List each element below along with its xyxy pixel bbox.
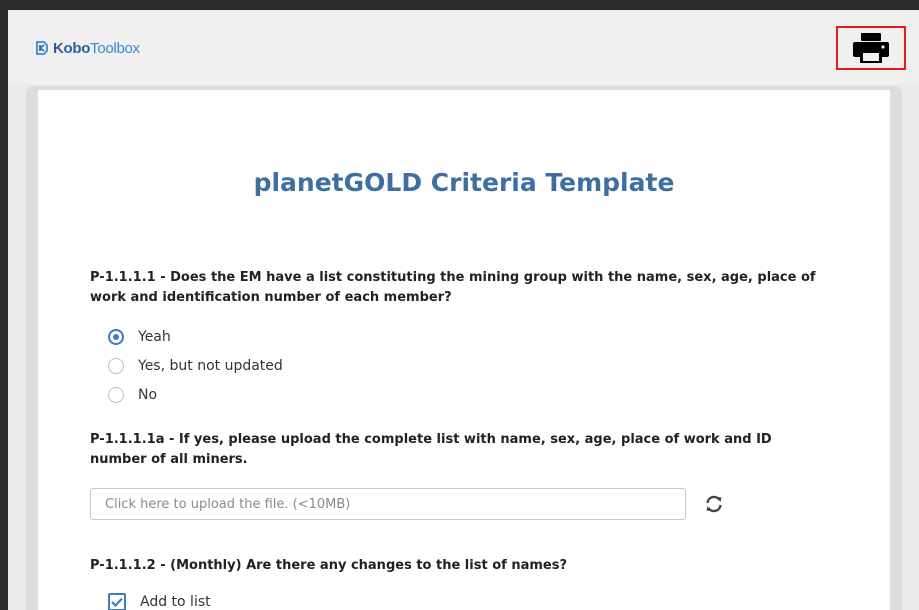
kobotoolbox-logo[interactable]: KoboToolbox xyxy=(36,38,140,58)
checkbox-option-label: Add to list xyxy=(140,594,211,610)
question-p1112-label: P-1.1.1.2 - (Monthly) Are there any chan… xyxy=(90,558,567,573)
question-p1111-label: P-1.1.1.1 - Does the EM have a list cons… xyxy=(90,270,816,305)
checkbox-checked[interactable] xyxy=(108,593,126,610)
printer-icon xyxy=(853,33,889,63)
form-card: planetGOLD Criteria Template P-1.1.1.1 -… xyxy=(38,90,890,610)
radio-option-label: Yeah xyxy=(138,329,171,345)
radio-button[interactable] xyxy=(108,358,124,374)
form-title: planetGOLD Criteria Template xyxy=(253,168,675,197)
radio-option-label: Yes, but not updated xyxy=(138,358,283,374)
kobo-logo-icon xyxy=(36,41,48,55)
checkmark-icon xyxy=(111,597,123,607)
radio-option-no[interactable]: No xyxy=(108,385,157,405)
top-bar: KoboToolbox xyxy=(8,10,919,84)
radio-option-label: No xyxy=(138,387,158,403)
app-window: KoboToolbox planetGOLD Criteria Template… xyxy=(8,10,919,610)
refresh-button[interactable] xyxy=(702,492,726,516)
radio-option-yes-not-updated[interactable]: Yes, but not updated xyxy=(108,356,283,376)
file-upload-input[interactable] xyxy=(90,488,686,520)
logo-text-kobo: Kobo xyxy=(53,39,91,57)
radio-option-yeah[interactable]: Yeah xyxy=(108,327,171,347)
checkbox-option-add-to-list[interactable]: Add to list xyxy=(108,592,211,610)
refresh-icon xyxy=(706,495,722,513)
radio-button-checked[interactable] xyxy=(108,329,124,345)
logo-text-toolbox: Toolbox xyxy=(90,39,140,57)
question-p1111a-label: P-1.1.1.1a - If yes, please upload the c… xyxy=(90,432,772,467)
radio-button[interactable] xyxy=(108,387,124,403)
print-button[interactable] xyxy=(836,26,906,70)
